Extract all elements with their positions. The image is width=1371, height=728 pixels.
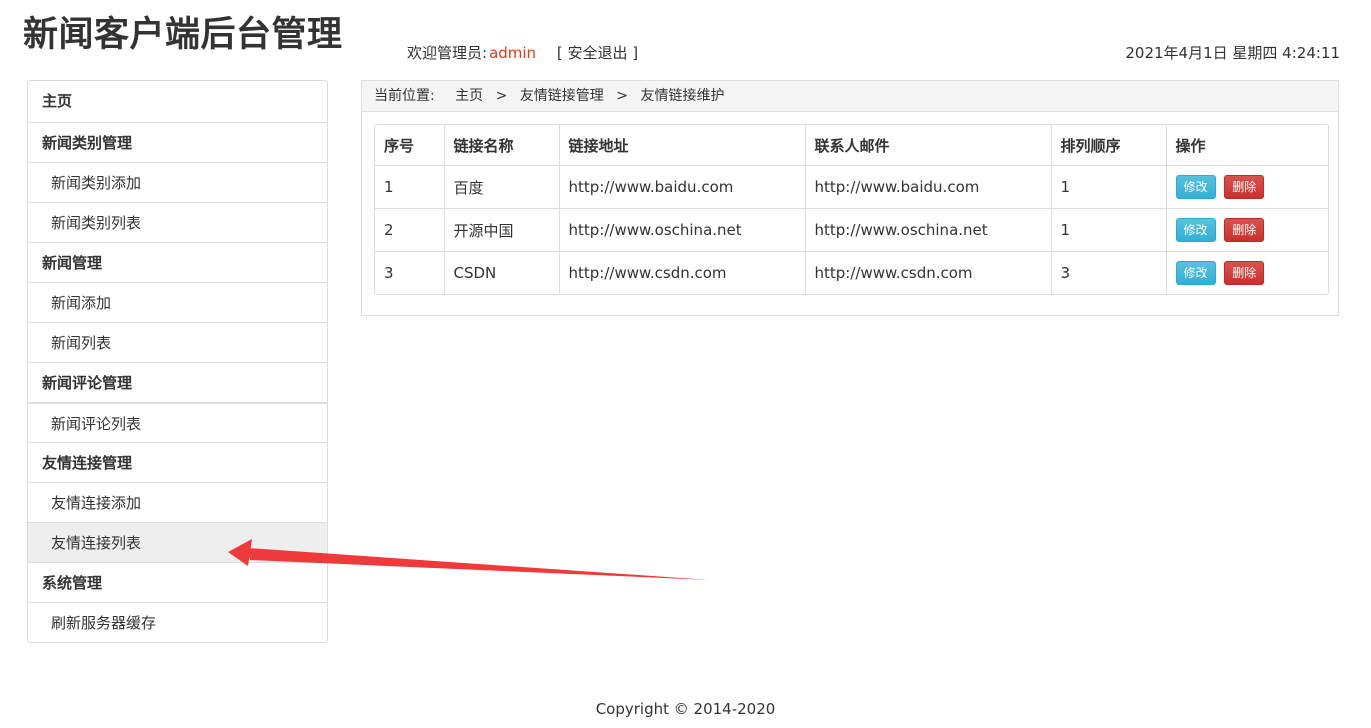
sidebar-group-friend-link[interactable]: 友情连接管理: [28, 442, 327, 482]
breadcrumb-label: 当前位置:: [374, 88, 435, 104]
cell-order: 1: [1050, 208, 1166, 252]
main-panel: 当前位置: 主页 > 友情链接管理 > 友情链接维护 序号 链接名称 链接地址 …: [361, 80, 1339, 316]
table-row: 1 百度 http://www.baidu.com http://www.bai…: [375, 165, 1328, 209]
cell-order: 1: [1050, 165, 1166, 209]
table-row: 3 CSDN http://www.csdn.com http://www.cs…: [375, 251, 1328, 294]
sidebar-item-news-list[interactable]: 新闻列表: [28, 322, 327, 362]
cell-actions: 修改 删除: [1165, 165, 1328, 209]
table-header-row: 序号 链接名称 链接地址 联系人邮件 排列顺序 操作: [375, 125, 1328, 166]
table-row: 2 开源中国 http://www.oschina.net http://www…: [375, 208, 1328, 252]
sidebar-item-news-category-list[interactable]: 新闻类别列表: [28, 202, 327, 242]
breadcrumb-separator: >: [616, 88, 628, 104]
cell-order: 3: [1050, 251, 1166, 294]
breadcrumb: 当前位置: 主页 > 友情链接管理 > 友情链接维护: [362, 81, 1338, 112]
breadcrumb-item-current: 友情链接维护: [640, 88, 725, 104]
cell-name: 开源中国: [443, 208, 559, 252]
column-header-actions: 操作: [1165, 125, 1328, 166]
cell-index: 2: [375, 208, 444, 252]
welcome-label: 欢迎管理员:: [407, 44, 488, 62]
sidebar-item-news-add[interactable]: 新闻添加: [28, 282, 327, 322]
logout-link[interactable]: [ 安全退出 ]: [557, 44, 638, 62]
edit-button[interactable]: 修改: [1175, 261, 1216, 285]
sidebar-group-news[interactable]: 新闻管理: [28, 242, 327, 282]
edit-button[interactable]: 修改: [1175, 218, 1216, 242]
sidebar-item-news-category-add[interactable]: 新闻类别添加: [28, 162, 327, 202]
sidebar-item-friend-link-add[interactable]: 友情连接添加: [28, 482, 327, 522]
breadcrumb-separator: >: [495, 88, 508, 104]
cell-email: http://www.baidu.com: [804, 165, 1051, 209]
cell-index: 1: [375, 165, 444, 209]
delete-button[interactable]: 删除: [1224, 175, 1265, 199]
cell-email: http://www.oschina.net: [804, 208, 1051, 252]
breadcrumb-item-friend-link-manage[interactable]: 友情链接管理: [520, 88, 604, 104]
sidebar-item-home[interactable]: 主页: [28, 81, 327, 122]
cell-name: 百度: [443, 165, 559, 209]
sidebar-group-news-comment[interactable]: 新闻评论管理: [28, 362, 327, 402]
cell-name: CSDN: [443, 251, 559, 294]
cell-actions: 修改 删除: [1165, 251, 1328, 294]
edit-button[interactable]: 修改: [1175, 175, 1216, 199]
links-table: 序号 链接名称 链接地址 联系人邮件 排列顺序 操作 1 百度 http://w…: [374, 124, 1329, 295]
column-header-url: 链接地址: [558, 125, 805, 166]
cell-index: 3: [375, 251, 444, 294]
sidebar-group-news-category[interactable]: 新闻类别管理: [28, 122, 327, 162]
column-header-name: 链接名称: [443, 125, 559, 166]
cell-actions: 修改 删除: [1165, 208, 1328, 252]
sidebar: 主页 新闻类别管理 新闻类别添加 新闻类别列表 新闻管理 新闻添加 新闻列表 新…: [27, 80, 328, 643]
cell-url: http://www.baidu.com: [558, 165, 805, 209]
column-header-index: 序号: [384, 136, 415, 155]
sidebar-item-refresh-cache[interactable]: 刷新服务器缓存: [28, 602, 327, 642]
cell-url: http://www.oschina.net: [558, 208, 805, 252]
cell-email: http://www.csdn.com: [804, 251, 1051, 294]
cell-url: http://www.csdn.com: [558, 251, 805, 294]
sidebar-item-friend-link-list[interactable]: 友情连接列表: [28, 522, 327, 562]
footer-copyright: Copyright © 2014-2020: [595, 700, 776, 718]
username: admin: [489, 44, 537, 62]
datetime: 2021年4月1日 星期四 4:24:11: [1125, 44, 1340, 62]
delete-button[interactable]: 删除: [1224, 261, 1265, 285]
breadcrumb-item-home[interactable]: 主页: [455, 88, 483, 104]
site-title: 新闻客户端后台管理: [23, 15, 343, 55]
column-header-email: 联系人邮件: [804, 125, 1051, 166]
sidebar-group-system[interactable]: 系统管理: [28, 562, 327, 602]
welcome-bar: 欢迎管理员: admin [ 安全退出 ]: [407, 42, 638, 63]
column-header-order: 排列顺序: [1050, 125, 1166, 166]
sidebar-item-news-comment-list[interactable]: 新闻评论列表: [28, 402, 327, 442]
delete-button[interactable]: 删除: [1224, 218, 1265, 242]
